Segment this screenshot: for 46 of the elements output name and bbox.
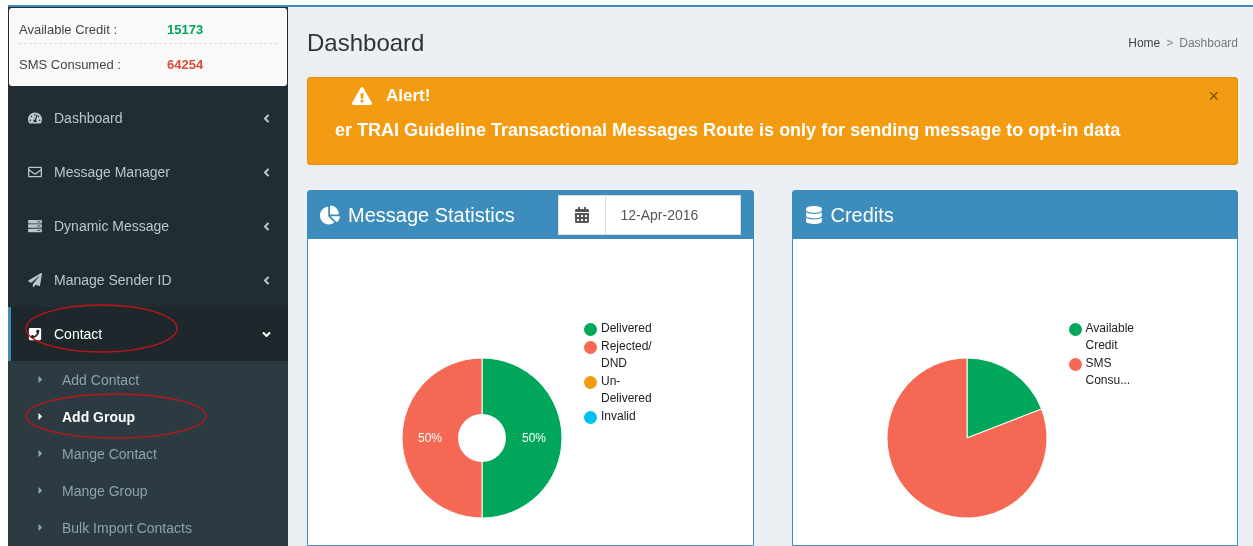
server-icon bbox=[28, 219, 42, 233]
submenu-item[interactable]: Mange Contact bbox=[8, 435, 288, 472]
credit-value: 64254 bbox=[167, 57, 204, 73]
submenu-item[interactable]: Mange Group bbox=[8, 472, 288, 509]
gauge-icon bbox=[28, 111, 42, 125]
calendar-icon bbox=[573, 207, 590, 223]
slice-label: 50% bbox=[418, 431, 442, 445]
paper-plane-icon bbox=[28, 273, 42, 287]
sidebar-item[interactable]: Message Manager bbox=[8, 145, 288, 199]
date-field[interactable]: 12-Apr-2016 bbox=[557, 195, 741, 235]
submenu-item[interactable]: Add Group bbox=[8, 398, 288, 435]
credit-label: Available Credit : bbox=[19, 21, 119, 37]
breadcrumb-link[interactable]: Home bbox=[1128, 36, 1161, 50]
warning-icon bbox=[352, 86, 372, 106]
legend-dot bbox=[1068, 358, 1082, 371]
database-icon bbox=[804, 206, 823, 224]
close-button[interactable]: × bbox=[1208, 86, 1219, 107]
envelope-icon bbox=[28, 165, 42, 179]
sidebar-item[interactable]: Contact bbox=[8, 307, 288, 361]
credit-value: 15173 bbox=[167, 21, 204, 37]
credit-label: SMS Consumed : bbox=[19, 57, 122, 73]
legend-label: Invalid bbox=[601, 408, 637, 425]
sidebar-item[interactable]: Manage Sender ID bbox=[8, 253, 288, 307]
sidebar-item[interactable]: Dynamic Message bbox=[8, 199, 288, 253]
sidebar-item[interactable]: Dashboard bbox=[8, 91, 288, 145]
submenu-item[interactable]: Bulk Import Contacts bbox=[8, 509, 288, 546]
legend-label: Available Credit bbox=[1085, 320, 1135, 354]
panel-title: Credits bbox=[830, 203, 895, 227]
legend-label: Delivered bbox=[601, 320, 653, 337]
alert-message: er TRAI Guideline Transactional Messages Route is only for sending message to opt-in data bbox=[335, 120, 1122, 141]
legend-label: Rejected/ DND bbox=[601, 338, 653, 372]
breadcrumb-separator: > bbox=[1166, 36, 1174, 50]
alert-title: Alert! bbox=[386, 86, 431, 106]
legend-dot bbox=[584, 376, 597, 389]
legend-label: SMS Consu... bbox=[1085, 355, 1132, 389]
page-title: Dashboard bbox=[307, 29, 425, 57]
slice-label: 50% bbox=[522, 431, 546, 445]
legend-dot bbox=[584, 341, 597, 354]
legend-label: Un-Delivered bbox=[601, 373, 653, 407]
legend-dot bbox=[584, 323, 597, 336]
pie-chart-icon bbox=[320, 205, 340, 225]
legend-dot bbox=[1068, 323, 1082, 336]
submenu-item[interactable]: Add Contact bbox=[8, 361, 288, 398]
panel-title: Message Statistics bbox=[348, 203, 516, 227]
legend-dot bbox=[584, 411, 597, 424]
phone-icon bbox=[28, 327, 42, 341]
